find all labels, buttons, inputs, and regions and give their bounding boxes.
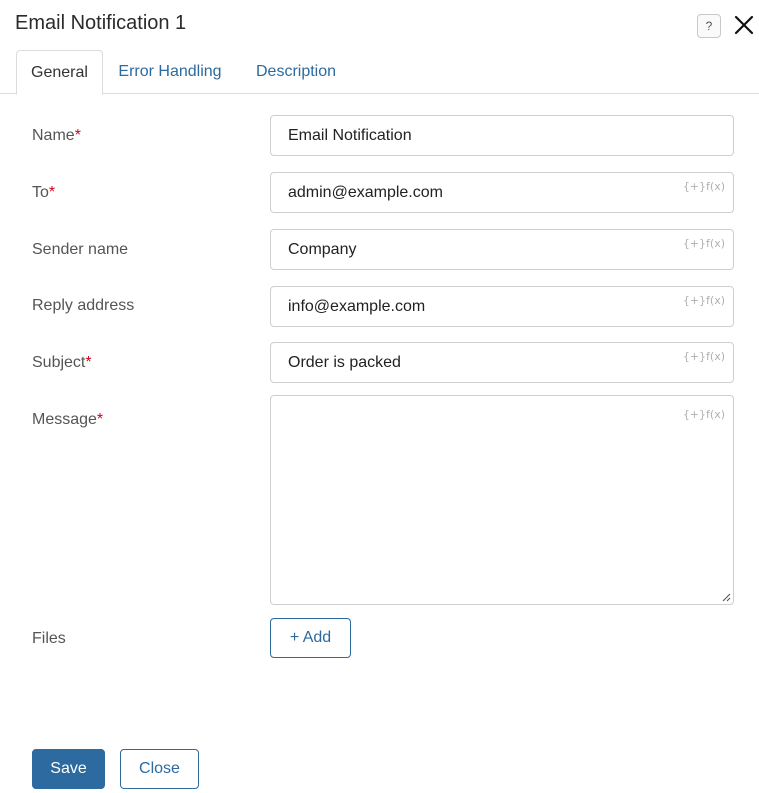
variable-function-icon[interactable]: {+}f(x): [683, 237, 725, 250]
close-icon[interactable]: [733, 14, 755, 36]
help-button[interactable]: ?: [697, 14, 721, 38]
sender-name-field[interactable]: Company {+}f(x): [270, 229, 734, 270]
variable-function-icon[interactable]: {+}f(x): [683, 408, 725, 421]
name-field[interactable]: Email Notification: [270, 115, 734, 156]
reply-address-value: info@example.com: [288, 297, 426, 315]
help-icon: ?: [705, 19, 713, 33]
required-mark: *: [85, 354, 92, 371]
resize-grip-icon[interactable]: [721, 592, 731, 602]
save-button[interactable]: Save: [32, 749, 105, 789]
message-label: Message*: [32, 411, 104, 428]
to-value: admin@example.com: [288, 183, 443, 201]
subject-field[interactable]: Order is packed {+}f(x): [270, 342, 734, 383]
required-mark: *: [74, 127, 81, 144]
to-field[interactable]: admin@example.com {+}f(x): [270, 172, 734, 213]
tab-error-handling[interactable]: Error Handling: [103, 50, 237, 94]
subject-value: Order is packed: [288, 353, 401, 371]
to-label: To*: [32, 184, 56, 201]
reply-address-field[interactable]: info@example.com {+}f(x): [270, 286, 734, 327]
tab-bar: General Error Handling Description: [0, 50, 759, 95]
required-mark: *: [96, 411, 104, 428]
name-label: Name*: [32, 127, 81, 144]
files-label: Files: [32, 630, 66, 647]
sender-name-value: Company: [288, 240, 357, 258]
variable-function-icon[interactable]: {+}f(x): [683, 294, 725, 307]
close-button[interactable]: Close: [120, 749, 199, 789]
tab-description[interactable]: Description: [240, 50, 352, 94]
variable-function-icon[interactable]: {+}f(x): [683, 180, 725, 193]
reply-address-label: Reply address: [32, 297, 135, 314]
subject-label: Subject*: [32, 354, 92, 371]
message-textarea[interactable]: {+}f(x): [270, 395, 734, 605]
required-mark: *: [48, 184, 56, 201]
sender-name-label: Sender name: [32, 241, 129, 258]
variable-function-icon[interactable]: {+}f(x): [683, 350, 725, 363]
name-value: Email Notification: [288, 126, 412, 144]
add-file-button[interactable]: + Add: [270, 618, 351, 658]
tab-general[interactable]: General: [16, 50, 103, 95]
dialog-title: Email Notification 1: [15, 12, 187, 34]
